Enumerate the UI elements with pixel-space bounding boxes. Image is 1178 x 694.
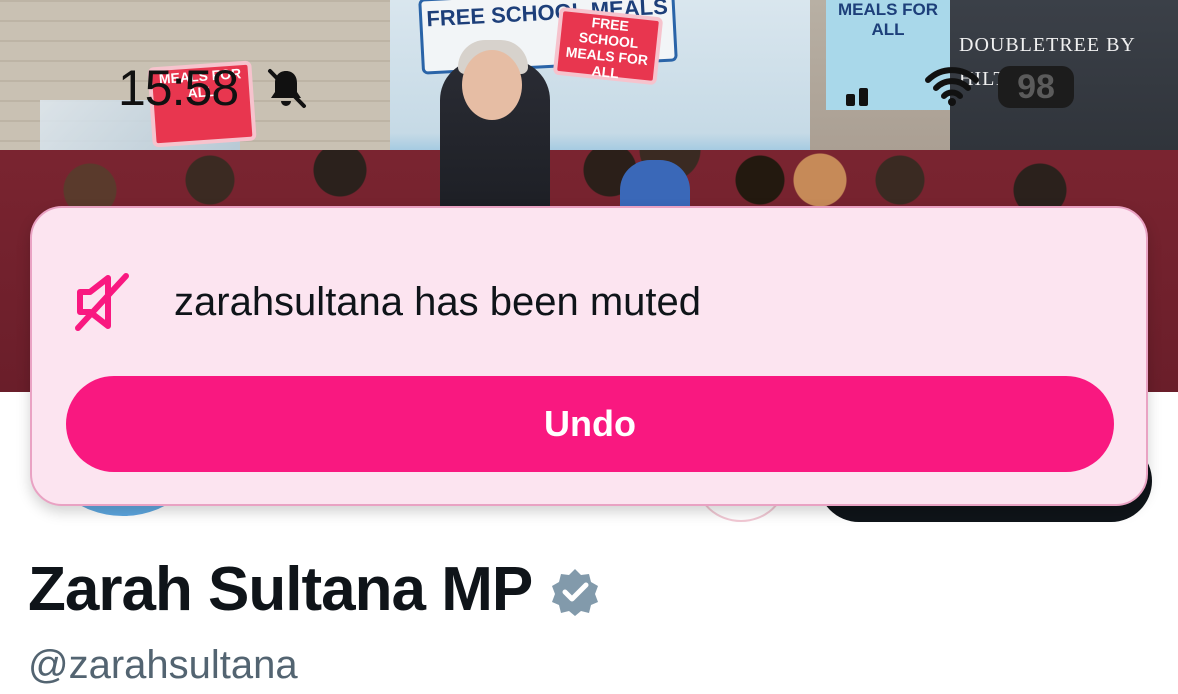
signal-icon (846, 88, 868, 106)
bell-off-icon (268, 69, 306, 108)
wifi-icon (925, 67, 979, 106)
verified-badge-icon[interactable] (550, 567, 600, 617)
undo-button[interactable]: Undo (66, 376, 1114, 472)
photo-person-head (462, 50, 522, 120)
status-time: 15:58 (118, 60, 239, 116)
photo-hotel-sign: DOUBLETREE BY HILTON (959, 34, 1136, 90)
profile-handle: @zarahsultana (28, 643, 298, 687)
profile-name: Zarah Sultana MP (28, 555, 533, 624)
battery-level: 98 (1017, 68, 1055, 106)
toast-message: zarahsultana has been muted (174, 280, 702, 324)
photo-red-sign: FREE SCHOOL MEALS FOR ALL (552, 6, 664, 86)
mute-icon (75, 273, 129, 331)
muted-toast: zarahsultana has been muted Undo (30, 206, 1148, 506)
battery-icon: 98 (998, 66, 1074, 108)
profile-name-row: Zarah Sultana MP (28, 552, 600, 628)
